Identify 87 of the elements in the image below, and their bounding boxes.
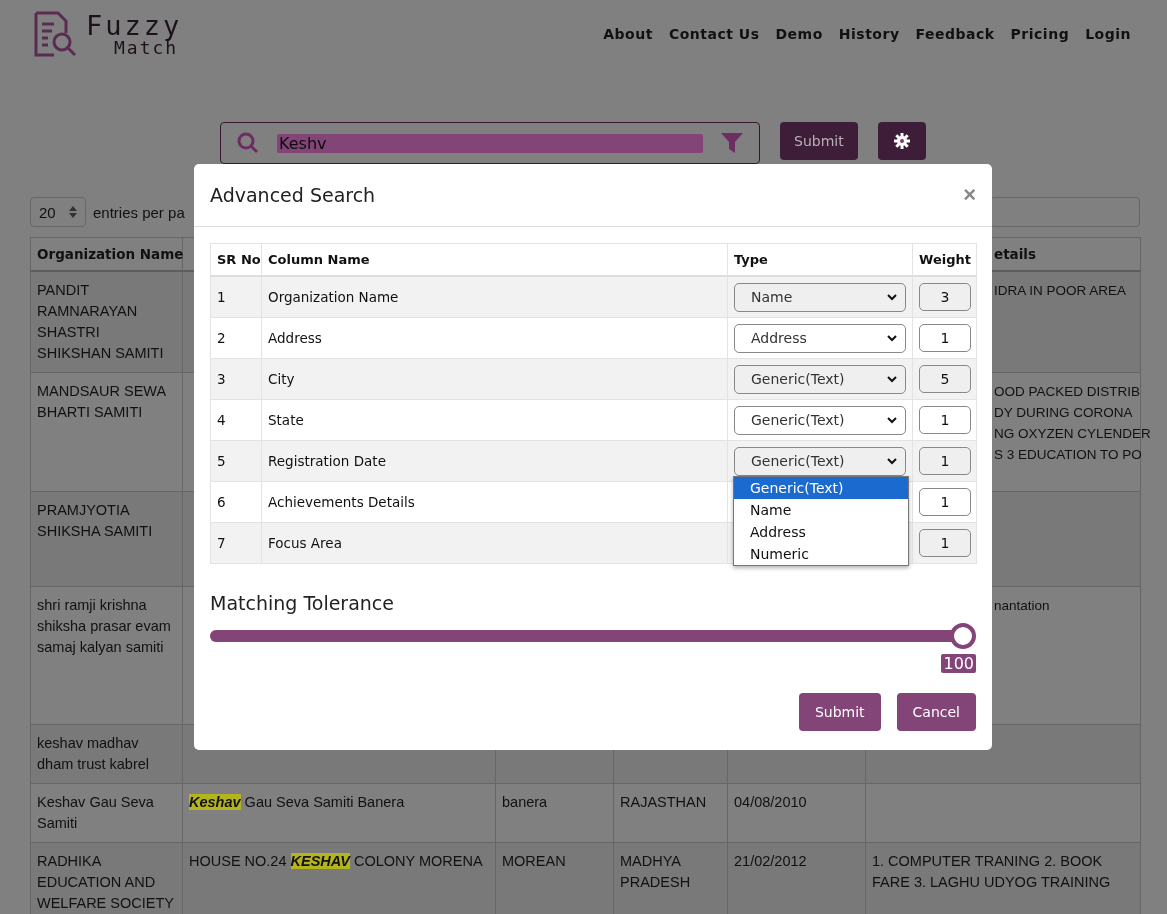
table-cell-text: MADHYA PRADESH (620, 852, 692, 892)
nav-link[interactable]: About (603, 26, 653, 42)
dialog-title: Advanced Search (210, 184, 376, 206)
table-cell-text: nantation (994, 597, 1050, 615)
settings-button[interactable] (877, 122, 926, 160)
table-cell-text: RADHIKA EDUCATION AND WELFARE SOCIETY (37, 852, 175, 913)
weight-field[interactable]: 1 (919, 406, 971, 434)
type-select[interactable]: Name (734, 282, 906, 312)
column-header: Weight (919, 252, 971, 267)
entries-select[interactable]: 20 (30, 197, 86, 227)
search-icon (237, 132, 259, 154)
slider-value: 100 (941, 654, 976, 673)
table-cell: 5 (217, 452, 226, 469)
submit-button[interactable]: Submit (780, 122, 858, 160)
table-cell-text: MOREAN (502, 852, 567, 871)
table-cell: Focus Area (268, 534, 342, 551)
column-header: Column Name (268, 252, 370, 267)
table-cell-text: 04/08/2010 (734, 793, 808, 812)
table-cell-text: RAJASTHAN (620, 793, 708, 812)
table-cell: 1 (217, 288, 226, 305)
nav-link[interactable]: Demo (775, 26, 823, 42)
slider-thumb[interactable] (950, 623, 976, 649)
column-header: SR No (217, 252, 261, 267)
entries-label: entries per pa (93, 203, 185, 221)
table-cell: State (268, 411, 304, 428)
table-cell: City (268, 370, 295, 387)
column-header: Type (734, 252, 768, 267)
table-cell-text: S 3 EDUCATION TO PO (994, 446, 1142, 464)
tolerance-label: Matching Tolerance (210, 592, 395, 614)
table-cell-text: IDRA IN POOR AREA (994, 282, 1127, 300)
table-cell: Achievements Details (268, 493, 415, 510)
brand-name: Fuzzy (86, 11, 183, 39)
weight-field[interactable]: 1 (919, 324, 971, 352)
table-cell: Address (268, 329, 322, 346)
nav-link[interactable]: Feedback (915, 26, 995, 42)
table-cell-text: 21/02/2012 (734, 852, 808, 871)
chevron-down-icon (887, 375, 897, 383)
dropdown-option[interactable]: Generic(Text) (734, 477, 908, 499)
weight-field[interactable]: 1 (919, 488, 971, 516)
table-cell-text: HOUSE NO.24 KESHAV COLONY MORENA (189, 852, 484, 871)
column-header: etails (994, 246, 1036, 262)
type-select[interactable]: Generic(Text) (734, 405, 906, 435)
nav-link[interactable]: History (838, 26, 900, 42)
type-select[interactable]: Generic(Text) (734, 364, 906, 394)
table-cell-text: PANDIT RAMNARAYAN SHASTRI SHIKSHAN SAMITI (37, 281, 165, 363)
settings-icon (893, 133, 910, 149)
table-cell: Registration Date (268, 452, 386, 469)
filter-icon[interactable] (721, 133, 743, 153)
nav-link[interactable]: Pricing (1010, 26, 1070, 42)
column-header: Organization Name (37, 246, 184, 262)
table-cell-text: banera (502, 793, 549, 812)
table-cell: 3 (217, 370, 226, 387)
chevron-down-icon (887, 457, 897, 465)
table-cell: 6 (217, 493, 226, 510)
table-cell: Organization Name (268, 288, 399, 305)
table-cell: 4 (217, 411, 226, 428)
table-cell-text: MANDSAUR SEWA BHARTI SAMITI (37, 382, 167, 422)
weight-field[interactable]: 3 (919, 283, 971, 311)
table-cell-text: PRAMJYOTIA SHIKSHA SAMITI (37, 501, 154, 541)
chevron-down-icon (887, 334, 897, 342)
nav-link[interactable]: Contact Us (668, 26, 760, 42)
dropdown-option[interactable]: Numeric (734, 543, 908, 565)
table-cell-text: DY DURING CORONA (994, 404, 1133, 422)
nav-link[interactable]: Login (1085, 26, 1131, 42)
type-select[interactable]: Address (734, 323, 906, 353)
table-cell-text: shri ramji krishna shiksha prasar evam samaj kalyan samiti (37, 596, 172, 657)
cancel-button[interactable]: Cancel (896, 693, 976, 731)
dropdown-option[interactable]: Name (734, 499, 908, 521)
weight-field[interactable]: 1 (919, 447, 971, 475)
chevron-down-icon (887, 293, 897, 301)
close-button[interactable]: × (963, 182, 976, 208)
table-cell: 2 (217, 329, 226, 346)
table-cell-text: NG OXYZEN CYLENDER (994, 425, 1151, 443)
type-select[interactable]: Generic(Text) (734, 446, 906, 476)
dropdown-option[interactable]: Address (734, 521, 908, 543)
table-cell: 7 (217, 534, 226, 551)
spinner-icon (69, 206, 77, 218)
chevron-down-icon (887, 416, 897, 424)
table-cell-text: 1. COMPUTER TRANING 2. BOOK FARE 3. LAGHU UDYOG TRAINING (872, 852, 1112, 892)
table-cell-text: Keshav Gau Seva Samiti Banera (189, 793, 406, 812)
table-cell-text: OOD PACKED DISTRIB (994, 383, 1141, 401)
weight-field[interactable]: 1 (919, 529, 971, 557)
tolerance-slider[interactable] (210, 623, 976, 649)
submit-button[interactable]: Submit (798, 693, 881, 731)
weight-field[interactable]: 5 (919, 365, 971, 393)
table-cell-text: keshav madhav dham trust kabrel (37, 734, 151, 774)
table-cell-text: Keshav Gau Seva Samiti (37, 793, 155, 833)
